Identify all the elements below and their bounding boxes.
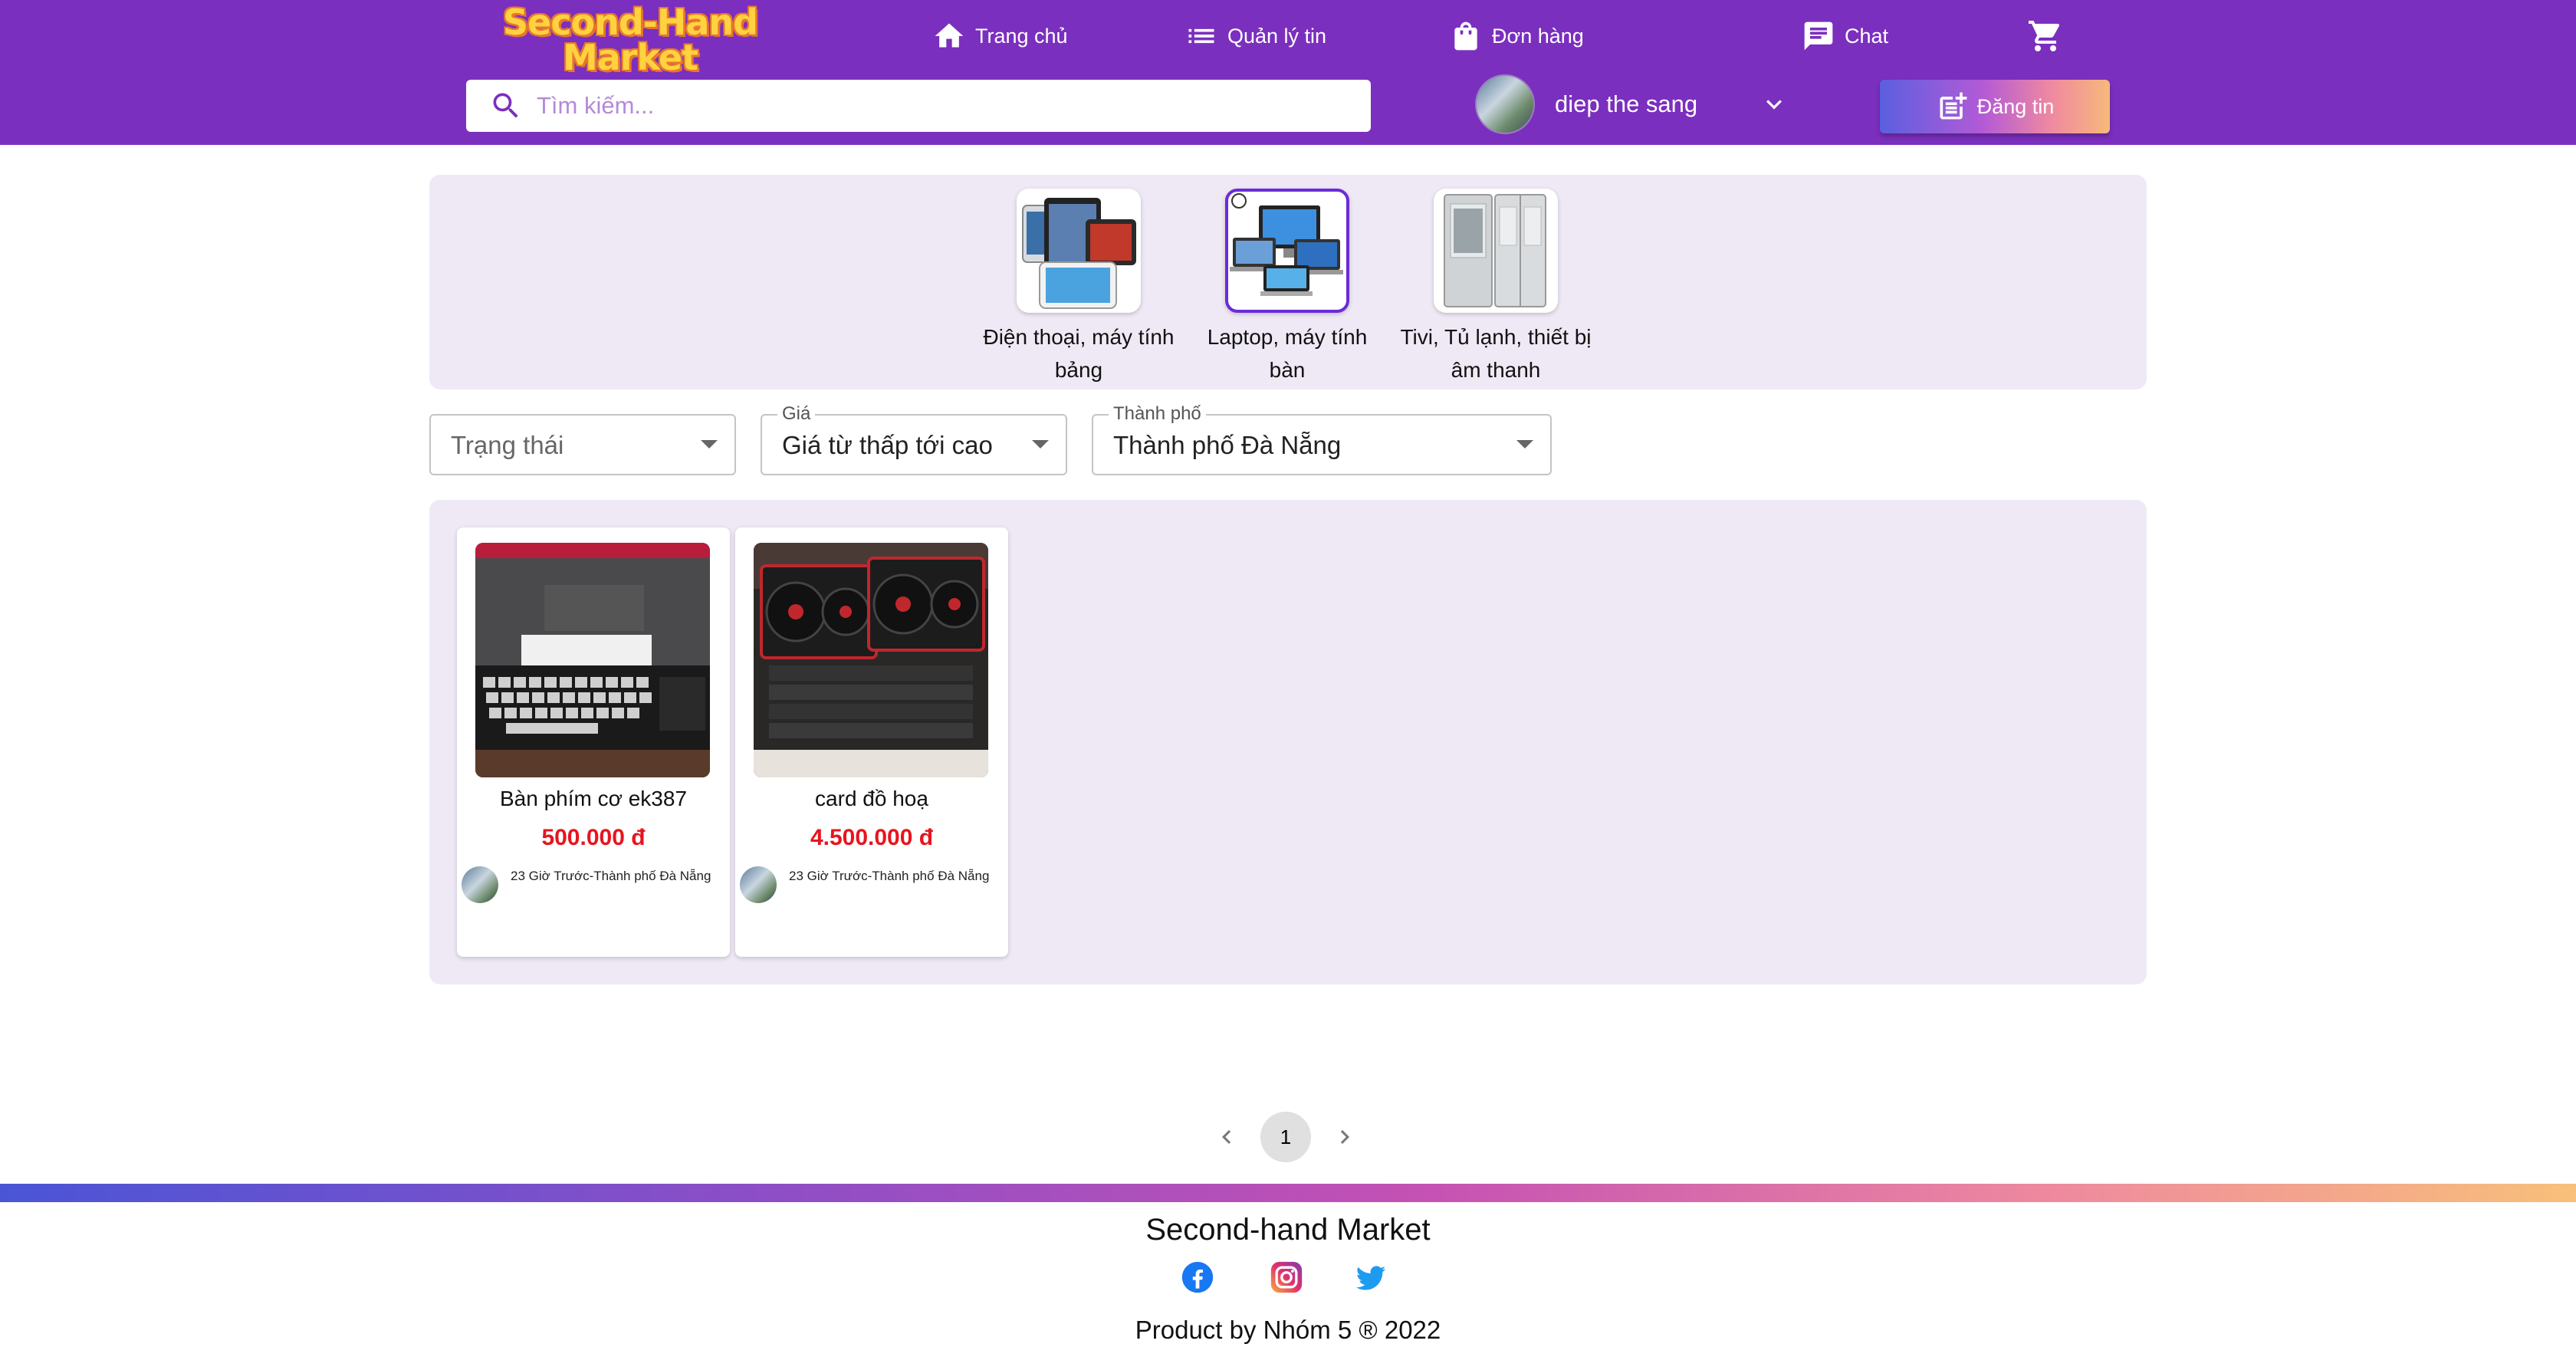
category-image-appliances: [1434, 189, 1558, 313]
nav-manage-posts[interactable]: Quản lý tin: [1184, 17, 1326, 55]
price-sort-value: Giá từ thấp tới cao: [782, 431, 993, 459]
top-header: Second-Hand Market Trang chủ Quản lý tin…: [0, 0, 2576, 145]
pagination: 1: [1211, 1112, 1360, 1162]
nav-manage-label: Quản lý tin: [1227, 24, 1327, 48]
avatar: [1475, 74, 1535, 134]
city-filter-legend: Thành phố: [1109, 403, 1206, 425]
search-bar: [466, 80, 1371, 132]
listing-title: card đồ hoạ: [815, 787, 928, 810]
listing-panel: Bàn phím cơ ek387 500.000 đ 23 Giờ Trước…: [429, 500, 2147, 984]
social-links: [1181, 1260, 1395, 1299]
category-image-laptops: [1225, 189, 1349, 313]
listing-meta: 23 Giờ Trước-Thành phố Đà Nẵng: [462, 866, 711, 903]
listing-price: 4.500.000 đ: [810, 825, 934, 850]
price-sort-select[interactable]: Giá Giá từ thấp tới cao: [761, 403, 1067, 475]
nav-chat-label: Chat: [1845, 24, 1889, 48]
nav-orders[interactable]: Đơn hàng: [1449, 17, 1584, 55]
logo-text-line1: Second-Hand: [502, 2, 758, 43]
listing-image-keyboard: [475, 543, 710, 777]
post-add-icon: [1940, 92, 1967, 120]
nav-orders-label: Đơn hàng: [1492, 24, 1584, 48]
chevron-down-icon: [1766, 100, 1782, 110]
user-menu[interactable]: diep the sang: [1475, 74, 1797, 135]
listing-card[interactable]: Bàn phím cơ ek387 500.000 đ 23 Giờ Trước…: [457, 527, 730, 957]
footer-title: Second-hand Market: [1145, 1213, 1431, 1247]
post-listing-label: Đăng tin: [1976, 94, 2055, 118]
dropdown-arrow-icon: [1032, 440, 1049, 449]
chat-icon: [1804, 21, 1833, 51]
page-number-button[interactable]: 1: [1260, 1112, 1311, 1162]
status-filter-value: Trạng thái: [451, 431, 564, 459]
listing-time-location: 23 Giờ Trước-Thành phố Đà Nẵng: [511, 869, 711, 883]
shopping-bag-icon: [1454, 21, 1477, 51]
category-label: Điện thoại, máy tính bảng: [983, 325, 1175, 382]
nav-home-label: Trang chủ: [975, 24, 1068, 48]
city-filter-value: Thành phố Đà Nẵng: [1113, 431, 1342, 459]
category-phones-tablets[interactable]: Điện thoại, máy tính bảng: [979, 189, 1178, 386]
avatar: [462, 866, 498, 903]
next-page-button[interactable]: [1329, 1122, 1360, 1152]
nav-cart[interactable]: [2027, 17, 2064, 55]
site-logo[interactable]: Second-Hand Market: [485, 5, 776, 75]
post-listing-button[interactable]: Đăng tin: [1880, 80, 2110, 133]
price-sort-legend: Giá: [777, 403, 816, 425]
dropdown-arrow-icon: [701, 440, 718, 449]
search-input[interactable]: [537, 92, 1303, 120]
listing-card[interactable]: card đồ hoạ 4.500.000 đ 23 Giờ Trước-Thà…: [735, 527, 1008, 957]
listing-meta: 23 Giờ Trước-Thành phố Đà Nẵng: [740, 866, 989, 903]
shopping-cart-icon: [2029, 21, 2060, 51]
listing-image-graphics-card: [754, 543, 988, 777]
city-filter-select[interactable]: Thành phố Thành phố Đà Nẵng: [1092, 403, 1552, 475]
home-icon: [935, 23, 964, 48]
category-tv-fridge-audio[interactable]: Tivi, Tủ lạnh, thiết bị âm thanh: [1396, 189, 1595, 386]
twitter-icon[interactable]: [1354, 1260, 1388, 1294]
search-icon: [493, 93, 518, 118]
prev-page-button[interactable]: [1211, 1122, 1242, 1152]
category-label: Laptop, máy tính bàn: [1207, 325, 1368, 382]
list-icon: [1188, 28, 1214, 44]
nav-chat[interactable]: Chat: [1802, 17, 1888, 55]
logo-text-line2: Market: [562, 37, 698, 78]
footer-credit: Product by Nhóm 5 ® 2022: [1135, 1316, 1441, 1344]
avatar: [740, 866, 777, 903]
chevron-left-icon: [1222, 1130, 1231, 1144]
category-label: Tivi, Tủ lạnh, thiết bị âm thanh: [1400, 325, 1592, 382]
category-laptops-desktops[interactable]: Laptop, máy tính bàn: [1188, 189, 1387, 386]
footer-gradient-divider: [0, 1184, 2576, 1202]
listing-time-location: 23 Giờ Trước-Thành phố Đà Nẵng: [789, 869, 990, 883]
category-image-phones: [1017, 189, 1141, 313]
user-name: diep the sang: [1555, 90, 1698, 117]
chevron-right-icon: [1340, 1130, 1349, 1144]
facebook-icon[interactable]: [1181, 1260, 1214, 1294]
category-panel: Điện thoại, máy tính bảng Laptop, máy tí…: [429, 175, 2147, 389]
nav-home[interactable]: Trang chủ: [932, 17, 1068, 55]
status-filter-select[interactable]: Trạng thái: [429, 414, 736, 475]
dropdown-arrow-icon: [1516, 440, 1533, 449]
listing-price: 500.000 đ: [541, 825, 646, 850]
listing-title: Bàn phím cơ ek387: [499, 787, 688, 810]
instagram-icon[interactable]: [1270, 1260, 1303, 1294]
